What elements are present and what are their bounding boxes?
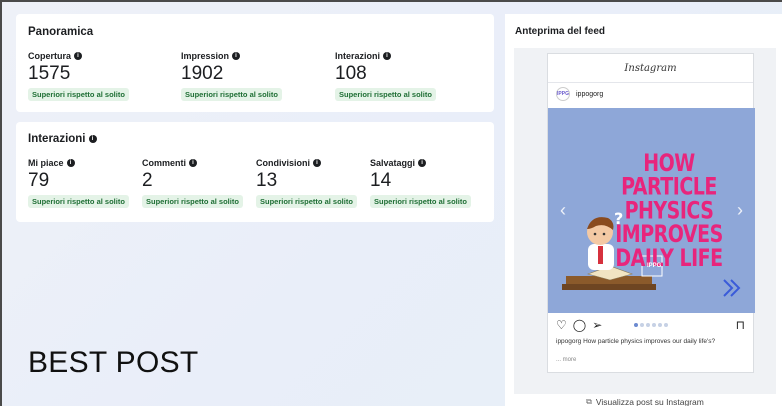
ippg-logo: IPPG — [647, 263, 662, 269]
info-icon[interactable]: i — [313, 159, 321, 167]
post-actions: ♡ ◯ ➢ — [556, 318, 602, 332]
desk-edge — [562, 284, 656, 290]
info-icon[interactable]: i — [232, 52, 241, 60]
info-icon[interactable]: i — [88, 135, 97, 143]
metric-interactions: Interazioni i 108 Superiori rispetto al … — [335, 51, 436, 102]
info-icon[interactable]: i — [383, 52, 392, 60]
carousel-dots — [634, 323, 668, 327]
post-caption: ippogorg How particle physics improves o… — [556, 338, 716, 345]
metric-reach: Copertura i 1575 Superiori rispetto al s… — [28, 51, 129, 102]
metric-value: 1575 — [28, 63, 71, 84]
info-icon[interactable]: i — [66, 159, 75, 167]
post-image: ? HOW PARTICLE PHYSICS IMPROVES DAILY LI… — [548, 108, 755, 313]
instagram-wordmark: Instagram — [624, 63, 677, 74]
metric-label: Salvataggi — [370, 158, 416, 168]
heart-icon[interactable]: ♡ — [556, 318, 567, 332]
trend-badge: Superiori rispetto al solito — [28, 195, 129, 208]
metric-value: 79 — [28, 170, 50, 191]
info-icon[interactable]: i — [189, 159, 198, 167]
trend-badge: Superiori rispetto al solito — [181, 88, 282, 101]
insights-page: Panoramica Copertura i 1575 Superiori ri… — [0, 0, 782, 406]
carousel-dot[interactable] — [640, 323, 644, 327]
trend-badge: Superiori rispetto al solito — [142, 195, 243, 208]
carousel-prev-icon[interactable]: ‹ — [560, 200, 566, 221]
info-icon[interactable]: i — [74, 52, 83, 60]
divider — [548, 82, 753, 83]
trend-badge: Superiori rispetto al solito — [256, 195, 357, 208]
carousel-dot[interactable] — [634, 323, 638, 327]
chevrons-right-icon — [723, 279, 741, 297]
info-icon[interactable]: i — [418, 159, 427, 167]
view-on-instagram-link[interactable]: ⧉ Visualizza post su Instagram — [514, 396, 776, 406]
metric-label: Commenti — [142, 158, 187, 168]
carousel-next-icon[interactable]: › — [737, 200, 743, 221]
metric-shares: Condivisioni i 13 Superiori rispetto al … — [256, 158, 357, 209]
metric-label: Mi piace — [28, 158, 64, 168]
carousel-dot[interactable] — [658, 323, 662, 327]
metric-label: Condivisioni — [256, 158, 310, 168]
external-link-icon: ⧉ — [586, 397, 592, 406]
trend-badge: Superiori rispetto al solito — [370, 195, 471, 208]
overview-title: Panoramica — [28, 26, 94, 38]
interactions-card: Interazioni i Mi piace i 79 Superiori ri… — [16, 122, 494, 222]
instagram-post-preview: Instagram IPPG ippogorg ? HOW PARTICLE P… — [547, 53, 755, 373]
metric-value: 108 — [335, 63, 367, 84]
share-icon[interactable]: ➢ — [592, 318, 602, 332]
feed-preview-title: Anteprima del feed — [515, 26, 606, 37]
interactions-title: Interazioni — [28, 133, 86, 145]
metric-comments: Commenti i 2 Superiori rispetto al solit… — [142, 158, 243, 209]
carousel-dot[interactable] — [664, 323, 668, 327]
metric-value: 13 — [256, 170, 278, 191]
metric-value: 14 — [370, 170, 392, 191]
feed-preview-area: Instagram IPPG ippogorg ? HOW PARTICLE P… — [514, 48, 776, 394]
comment-icon[interactable]: ◯ — [573, 318, 586, 332]
more-link[interactable]: ... more — [556, 357, 576, 363]
avatar: IPPG — [556, 87, 570, 101]
carousel-dot[interactable] — [652, 323, 656, 327]
trend-badge: Superiori rispetto al solito — [335, 88, 436, 101]
best-post-label: BEST POST — [28, 346, 199, 379]
metric-likes: Mi piace i 79 Superiori rispetto al soli… — [28, 158, 129, 209]
metric-value: 1902 — [181, 63, 224, 84]
metric-impressions: Impression i 1902 Superiori rispetto al … — [181, 51, 282, 102]
bookmark-icon[interactable]: ⊓ — [736, 318, 745, 332]
metric-saves: Salvataggi i 14 Superiori rispetto al so… — [370, 158, 471, 209]
post-headline: HOW PARTICLE PHYSICS IMPROVES DAILY LIFE — [615, 149, 723, 272]
overview-card: Panoramica Copertura i 1575 Superiori ri… — [16, 14, 494, 112]
metric-label: Impression — [181, 51, 230, 61]
view-on-instagram-label: Visualizza post su Instagram — [595, 397, 704, 406]
post-username: ippogorg — [576, 91, 604, 98]
metric-label: Interazioni — [335, 51, 381, 61]
feed-preview-panel: Anteprima del feed Instagram IPPG ippogo… — [505, 14, 782, 406]
metric-label: Copertura — [28, 51, 72, 61]
carousel-dot[interactable] — [646, 323, 650, 327]
metric-value: 2 — [142, 170, 153, 191]
trend-badge: Superiori rispetto al solito — [28, 88, 129, 101]
